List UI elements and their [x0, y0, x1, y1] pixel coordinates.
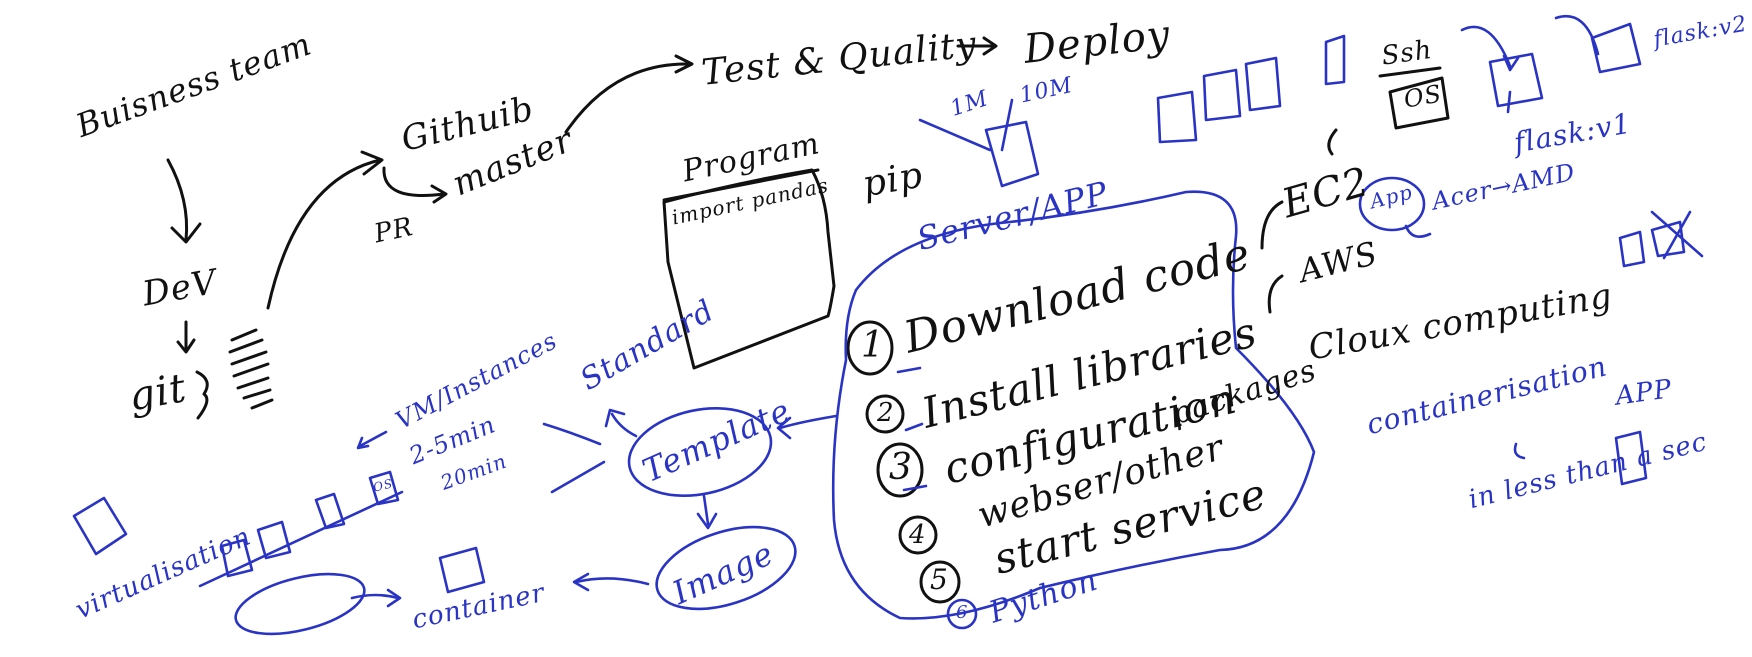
container-box: [438, 546, 486, 594]
right-box-a: [1618, 230, 1646, 268]
step-5-number: 5: [930, 563, 949, 596]
whiteboard-canvas: Buisness team DeV git Githuib master PR …: [0, 0, 1752, 657]
label-pr: PR: [371, 211, 417, 250]
label-os: OS: [1401, 79, 1445, 114]
server-box: [984, 120, 1040, 188]
arrow-git-to-github: [266, 158, 382, 310]
container-ellipse: [234, 572, 366, 636]
hook-ec2-top: [1327, 128, 1338, 156]
step-2-number: 2: [877, 398, 895, 428]
label-git: git: [125, 365, 191, 421]
commit-lines: [228, 328, 274, 410]
small-box-3: [1244, 56, 1282, 112]
small-box-4: [1324, 34, 1346, 86]
step-1-number: 1: [861, 325, 885, 366]
arrow-pr-to-master: [382, 166, 446, 198]
step-4-number: 4: [909, 520, 927, 550]
step-3-number: 3: [889, 447, 913, 488]
git-brace: [195, 370, 209, 420]
label-pip: pip: [859, 154, 927, 206]
small-box-1: [1156, 90, 1198, 144]
label-app-right: APP: [1613, 374, 1675, 412]
hook-ec2: [1260, 200, 1284, 250]
vm-box-3: [314, 492, 346, 530]
arrow-master-to-test: [564, 62, 692, 134]
label-step-6: 6: [956, 602, 969, 623]
flask-v2-box: [1590, 22, 1642, 74]
hook-aws: [1267, 274, 1284, 314]
small-box-2: [1202, 68, 1242, 122]
virtual-box-left: [72, 496, 128, 556]
label-ssh: Ssh: [1379, 34, 1435, 72]
